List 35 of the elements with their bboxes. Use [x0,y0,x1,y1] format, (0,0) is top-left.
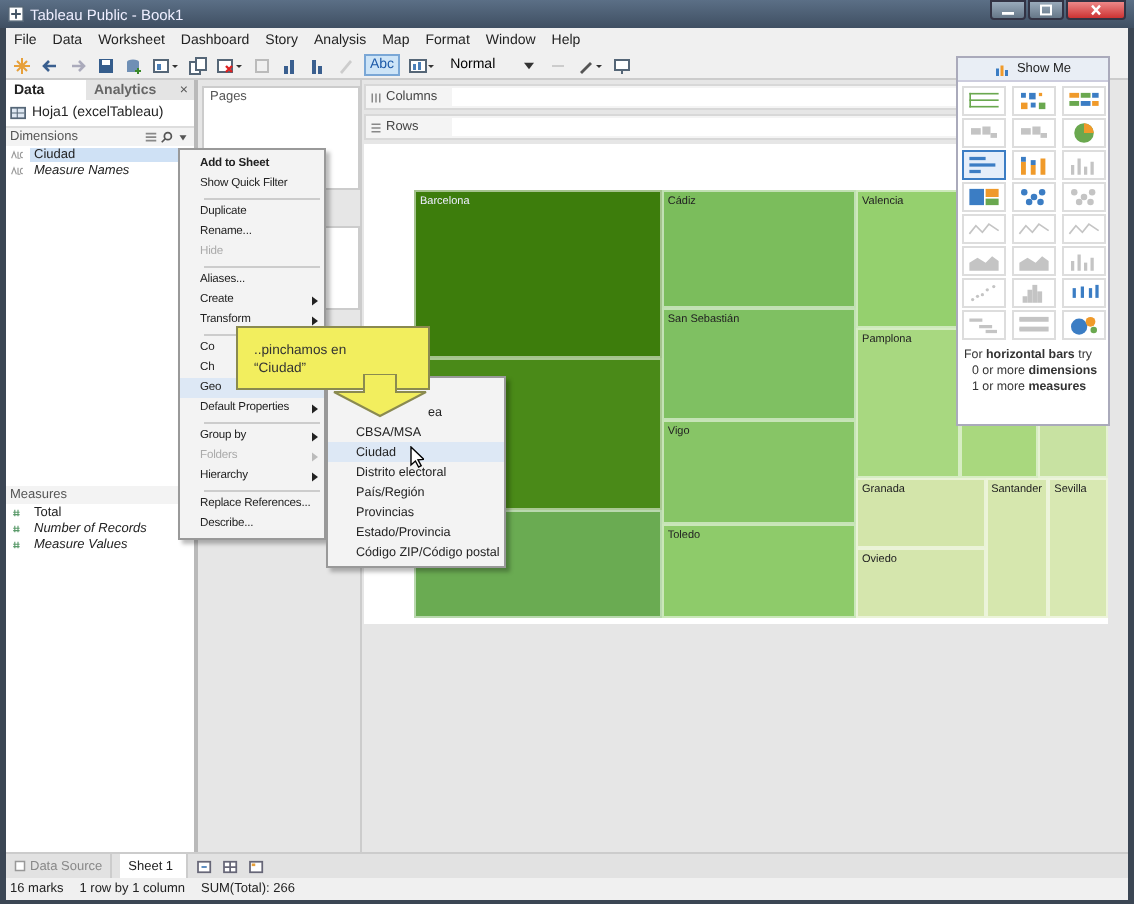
save-icon[interactable] [96,55,116,75]
new-worksheet-icon[interactable] [196,859,215,873]
maximize-icon [1038,4,1054,16]
datasource-icon [14,860,26,872]
search-icon[interactable] [160,130,174,144]
string-type-icon [10,165,26,175]
minimize-button[interactable] [990,0,1026,20]
sort-descending-icon[interactable] [308,55,328,75]
caret-icon [524,61,535,69]
bar-chart-icon [994,63,1011,75]
number-type-icon [10,507,26,517]
presentation-icon[interactable] [612,55,633,75]
submenu-arrow-icon [312,403,318,413]
grid-view-icon[interactable] [144,130,158,144]
columns-icon [370,91,382,103]
sort-ascending-icon[interactable] [280,55,300,75]
new-story-icon[interactable] [248,859,267,873]
rows-icon [370,121,382,133]
cursor-icon [410,446,424,468]
new-dashboard-icon[interactable] [222,859,241,873]
close-icon [1088,4,1104,16]
app-icon [8,6,24,22]
string-type-icon [10,149,26,159]
close-button[interactable] [1066,0,1126,20]
datasource-icon [10,106,28,120]
back-icon[interactable] [40,55,60,75]
chart-type-icon[interactable] [962,150,1006,180]
chart-icon[interactable] [408,55,437,75]
number-type-icon [10,523,26,533]
new-sheet-icon[interactable] [152,55,180,75]
maximize-button[interactable] [1028,0,1064,20]
duplicate-sheet-icon[interactable] [188,55,208,75]
add-datasource-icon[interactable] [124,55,144,75]
number-type-icon [10,539,26,549]
clear-sheet-icon[interactable] [216,55,244,75]
